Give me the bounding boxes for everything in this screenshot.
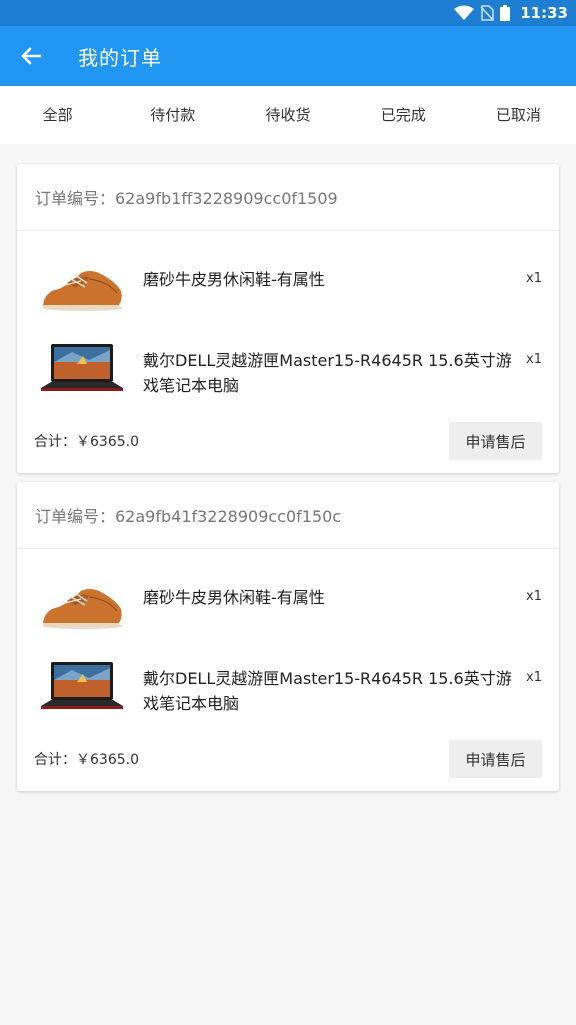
order-footer: 合计：￥6365.0 申请售后 (17, 409, 559, 473)
tab-completed[interactable]: 已完成 (346, 86, 461, 144)
laptop-image (41, 662, 123, 709)
item-quantity: x1 (526, 271, 542, 286)
tab-all[interactable]: 全部 (0, 86, 115, 144)
back-button[interactable] (18, 43, 44, 69)
order-card[interactable]: 订单编号：62a9fb41f3228909cc0f150c 磨砂牛皮男休闲鞋-有… (17, 482, 559, 791)
status-time: 11:33 (520, 4, 568, 22)
shoe-image (42, 271, 123, 311)
item-name: 戴尔DELL灵越游匣Master15-R4645R 15.6英寸游戏笔记本电脑 (143, 669, 512, 713)
item-quantity: x1 (526, 352, 542, 367)
order-items: 磨砂牛皮男休闲鞋-有属性 x1 戴尔DELL灵越游匣Master15-R4645… (17, 549, 559, 727)
page-title: 我的订单 (78, 46, 162, 70)
item-quantity: x1 (526, 589, 542, 604)
order-total: 合计：￥6365.0 (34, 752, 139, 768)
order-item[interactable]: 戴尔DELL灵越游匣Master15-R4645R 15.6英寸游戏笔记本电脑 … (17, 646, 559, 727)
shoe-image (42, 589, 123, 629)
tab-pending-payment[interactable]: 待付款 (115, 86, 230, 144)
item-quantity: x1 (526, 670, 542, 685)
wifi-icon (454, 5, 475, 20)
order-item[interactable]: 磨砂牛皮男休闲鞋-有属性 x1 (17, 247, 559, 328)
no-sim-icon (480, 5, 494, 21)
order-footer: 合计：￥6365.0 申请售后 (17, 727, 559, 791)
item-name: 磨砂牛皮男休闲鞋-有属性 (143, 588, 325, 607)
item-name: 戴尔DELL灵越游匣Master15-R4645R 15.6英寸游戏笔记本电脑 (143, 351, 512, 395)
order-card[interactable]: 订单编号：62a9fb1ff3228909cc0f1509 磨砂牛皮男休闲鞋-有… (17, 164, 559, 473)
app-bar: 我的订单 (0, 26, 576, 86)
order-number: 订单编号：62a9fb41f3228909cc0f150c (17, 482, 559, 549)
battery-icon (500, 5, 511, 21)
status-icons: 11:33 (454, 4, 568, 22)
tab-pending-receipt[interactable]: 待收货 (230, 86, 345, 144)
order-total: 合计：￥6365.0 (34, 434, 139, 450)
item-name: 磨砂牛皮男休闲鞋-有属性 (143, 270, 325, 289)
order-item[interactable]: 磨砂牛皮男休闲鞋-有属性 x1 (17, 565, 559, 646)
order-item[interactable]: 戴尔DELL灵越游匣Master15-R4645R 15.6英寸游戏笔记本电脑 … (17, 328, 559, 409)
order-items: 磨砂牛皮男休闲鞋-有属性 x1 戴尔DELL灵越游匣Master15-R4645… (17, 231, 559, 409)
order-status-tabs: 全部 待付款 待收货 已完成 已取消 (0, 86, 576, 144)
apply-after-sales-button[interactable]: 申请售后 (449, 740, 542, 778)
status-bar: 11:33 (0, 0, 576, 26)
order-number: 订单编号：62a9fb1ff3228909cc0f1509 (17, 164, 559, 231)
laptop-image (41, 344, 123, 391)
arrow-left-icon (21, 47, 42, 65)
apply-after-sales-button[interactable]: 申请售后 (449, 422, 542, 460)
tab-cancelled[interactable]: 已取消 (461, 86, 576, 144)
